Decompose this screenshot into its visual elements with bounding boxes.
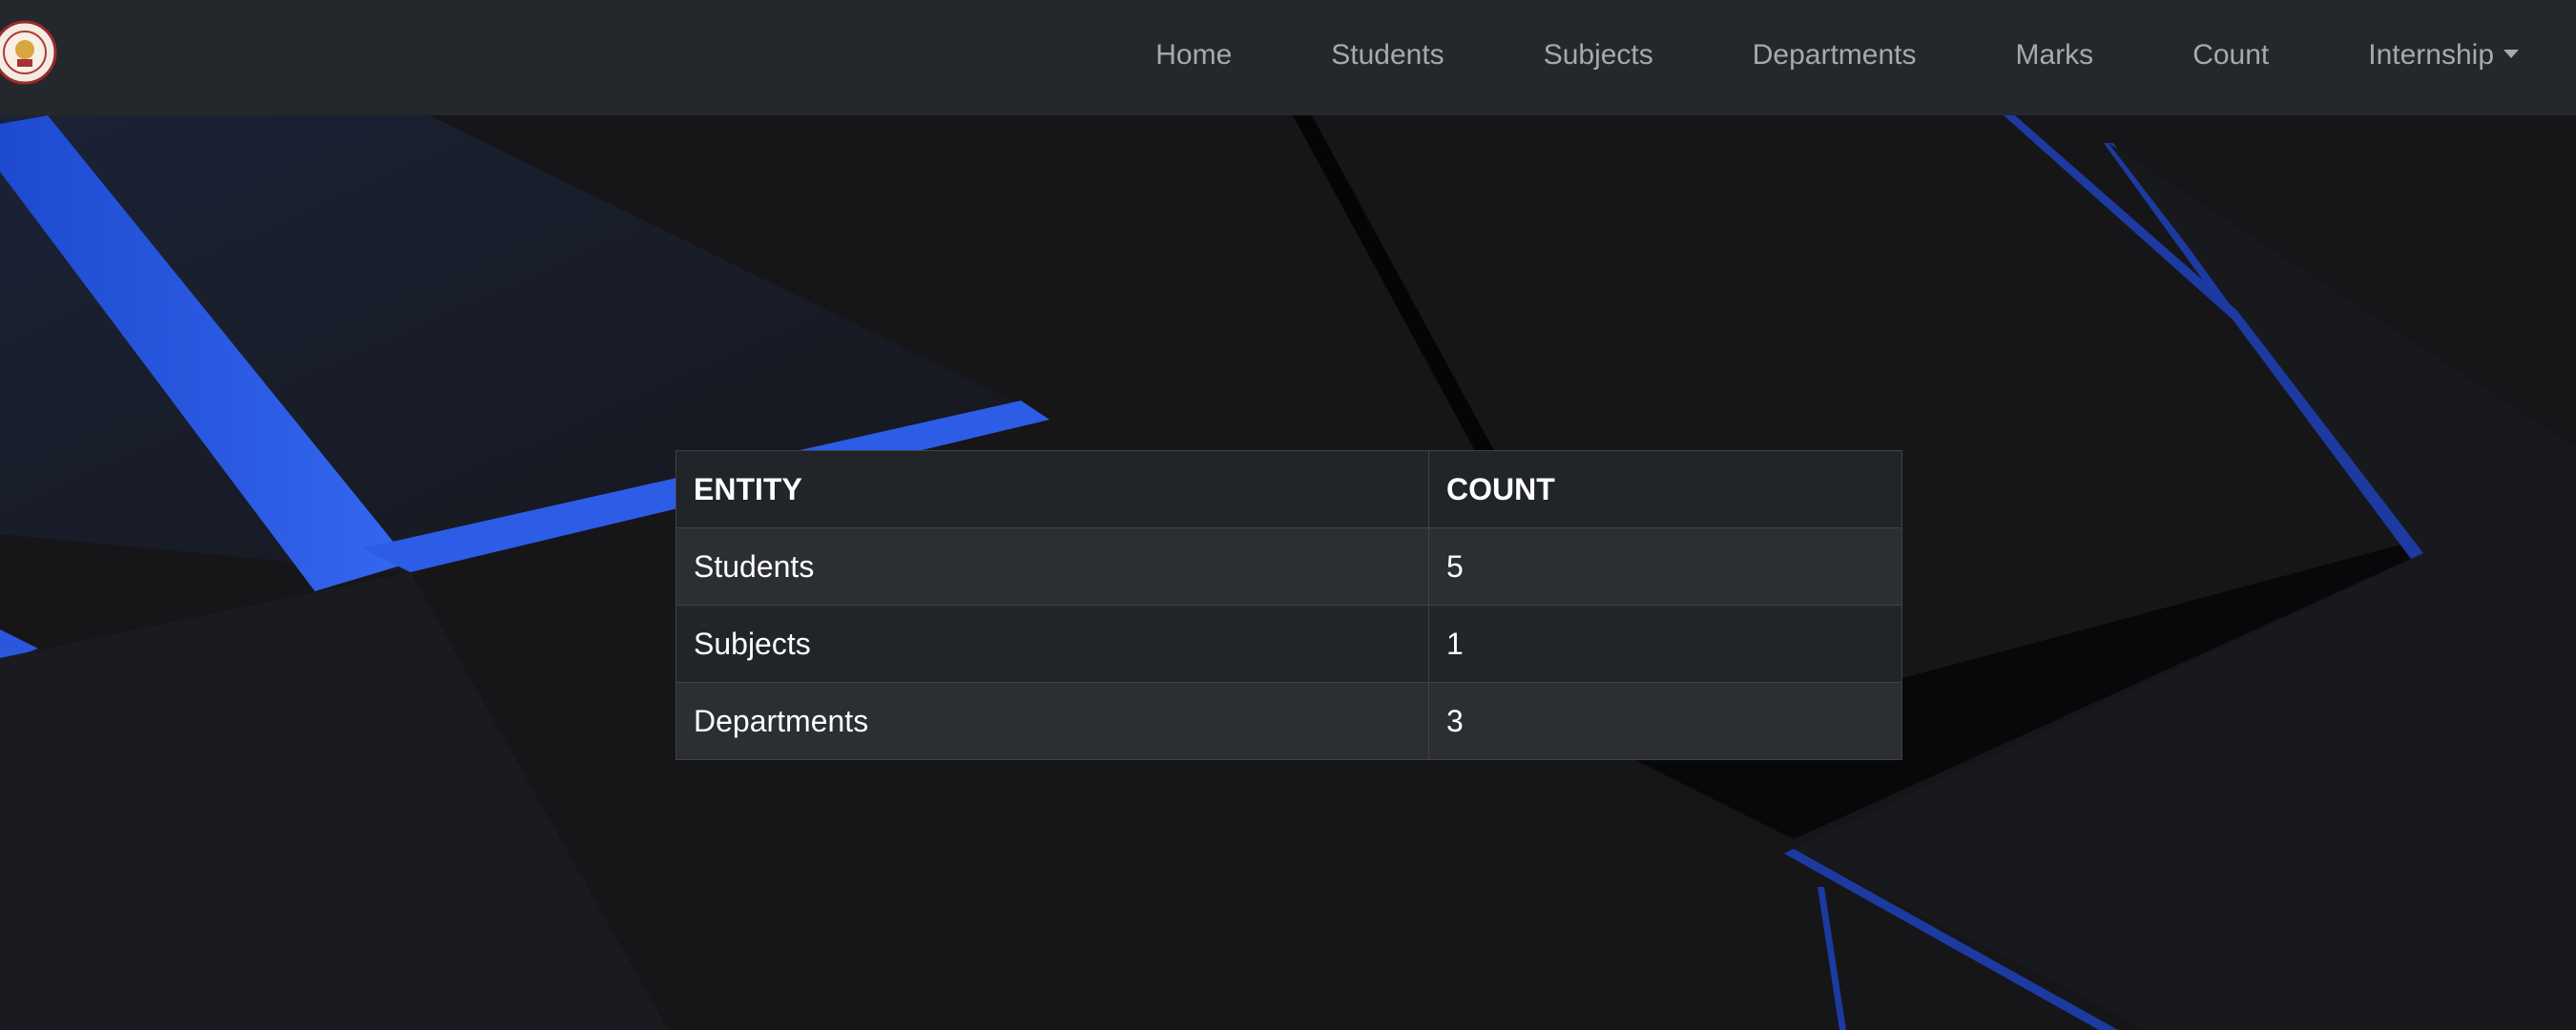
nav-link-label: Home — [1155, 39, 1233, 71]
entity-cell: Subjects — [675, 605, 1429, 683]
page: Home Students Subjects Departments Marks… — [0, 0, 2576, 1030]
count-table: ENTITY COUNT Students 5 Subjects 1 Depar… — [675, 450, 1902, 760]
college-emblem-icon[interactable] — [0, 17, 59, 88]
nav-link-label: Count — [2192, 39, 2270, 71]
count-cell: 1 — [1428, 605, 1902, 683]
column-header-count: COUNT — [1428, 450, 1902, 528]
entity-cell: Departments — [675, 682, 1429, 760]
entity-cell: Students — [675, 527, 1429, 606]
nav-link-label: Departments — [1752, 39, 1917, 71]
nav-dropdown-internship[interactable]: Internship — [2368, 39, 2519, 72]
table-row: Subjects 1 — [675, 605, 1902, 683]
table-header-row: ENTITY COUNT — [675, 450, 1902, 528]
nav-link-label: Students — [1331, 39, 1444, 71]
caret-down-icon — [2503, 49, 2519, 58]
table-row: Students 5 — [675, 527, 1902, 606]
nav-link-count[interactable]: Count — [2192, 39, 2269, 72]
nav-link-home[interactable]: Home — [1155, 39, 1232, 72]
nav-link-students[interactable]: Students — [1331, 39, 1444, 72]
nav-link-departments[interactable]: Departments — [1753, 39, 1917, 72]
nav-links: Home Students Subjects Departments Marks… — [1155, 0, 2519, 111]
count-cell: 3 — [1428, 682, 1902, 760]
table-row: Departments 3 — [675, 682, 1902, 760]
nav-link-label: Marks — [2015, 39, 2094, 71]
column-header-entity: ENTITY — [675, 450, 1429, 528]
nav-link-label: Subjects — [1543, 39, 1653, 71]
nav-link-label: Internship — [2368, 39, 2494, 71]
count-cell: 5 — [1428, 527, 1902, 606]
navbar: Home Students Subjects Departments Marks… — [0, 0, 2576, 115]
nav-link-marks[interactable]: Marks — [2016, 39, 2094, 72]
nav-link-subjects[interactable]: Subjects — [1544, 39, 1653, 72]
